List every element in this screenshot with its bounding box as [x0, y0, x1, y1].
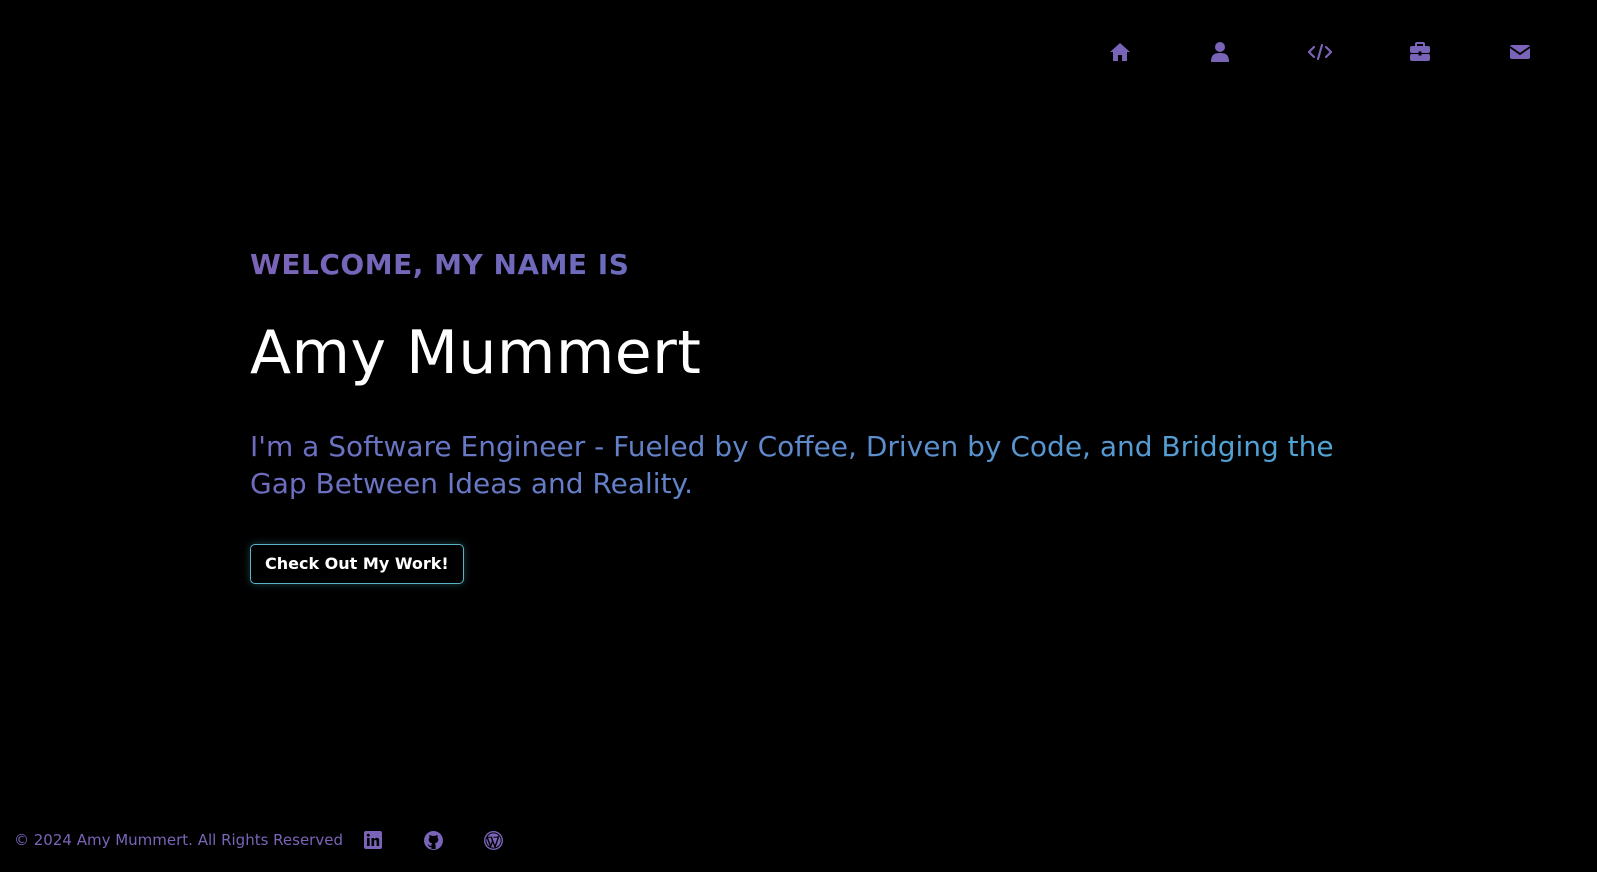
hero-section: WELCOME, MY NAME IS Amy Mummert I'm a So… [250, 248, 1350, 584]
user-icon [1211, 42, 1229, 62]
home-icon [1110, 43, 1130, 61]
nav-experience-link[interactable] [1370, 38, 1470, 66]
check-out-work-button[interactable]: Check Out My Work! [250, 544, 464, 584]
nav-contact-link[interactable] [1470, 38, 1570, 66]
nav-projects-link[interactable] [1270, 38, 1370, 66]
envelope-icon [1509, 45, 1531, 59]
github-link[interactable] [423, 828, 483, 852]
github-icon [423, 830, 443, 850]
nav-home-link[interactable] [1070, 38, 1170, 66]
hero-name: Amy Mummert [250, 318, 702, 388]
footer: © 2024 Amy Mummert. All Rights Reserved [14, 828, 543, 852]
wordpress-icon [483, 830, 503, 850]
code-icon [1308, 43, 1332, 61]
greeting-text: WELCOME, MY NAME IS [250, 248, 1350, 282]
linkedin-icon [363, 831, 382, 849]
nav-about-link[interactable] [1170, 38, 1270, 66]
copyright-text: © 2024 Amy Mummert. All Rights Reserved [14, 831, 343, 849]
linkedin-link[interactable] [363, 828, 423, 852]
hero-tagline: I'm a Software Engineer - Fueled by Coff… [250, 428, 1340, 502]
wordpress-link[interactable] [483, 828, 543, 852]
briefcase-icon [1410, 42, 1430, 61]
top-nav [1070, 38, 1570, 66]
